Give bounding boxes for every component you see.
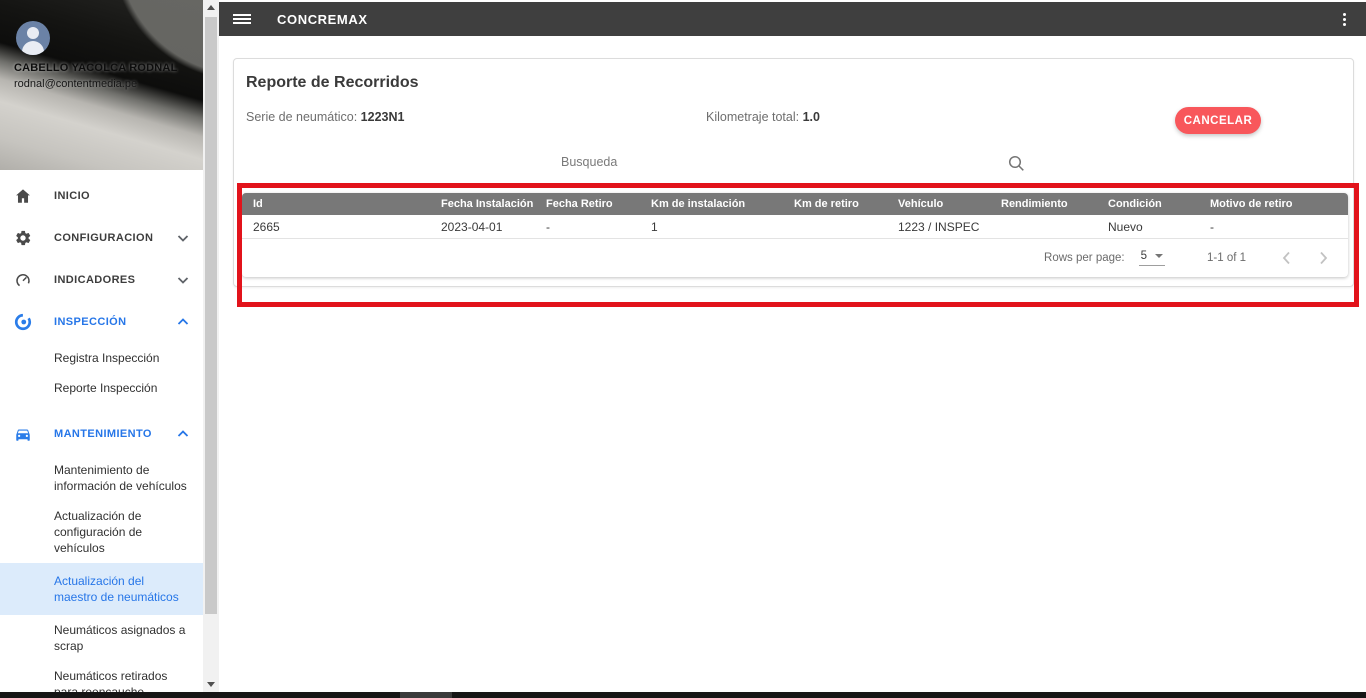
- search-icon[interactable]: [1007, 154, 1025, 177]
- kilometraje-value: 1.0: [802, 110, 820, 124]
- pagination: Rows per page: 5 1-1 of 1: [242, 239, 1348, 277]
- kilometraje-total: Kilometraje total: 1.0: [706, 110, 820, 124]
- chevron-down-icon: [177, 234, 189, 242]
- rows-per-page-select[interactable]: 5: [1138, 250, 1165, 266]
- rows-per-page-label: Rows per page:: [1044, 252, 1125, 264]
- serie-value: 1223N1: [360, 110, 405, 124]
- user-email: rodnal@contentmedia.pe: [14, 78, 138, 90]
- inspeccion-subitems: Registra Inspección Reporte Inspección: [0, 343, 203, 403]
- next-page-button[interactable]: [1317, 249, 1330, 267]
- mantenimiento-subitems: Mantenimiento de información de vehículo…: [0, 455, 203, 698]
- gauge-icon: [14, 271, 38, 289]
- topbar: CONCREMAX: [219, 2, 1366, 36]
- scrollbar-thumb[interactable]: [205, 17, 217, 614]
- inspection-target-icon: [14, 313, 38, 331]
- sidebar-item-configuracion[interactable]: CONFIGURACION: [0, 217, 203, 259]
- table-cell: 2023-04-01: [430, 215, 535, 239]
- table-cell: [990, 215, 1097, 239]
- sidebar-item-inspeccion[interactable]: INSPECCIÓN: [0, 301, 203, 343]
- sidebar-subitem-reporte-inspeccion[interactable]: Reporte Inspección: [0, 373, 203, 403]
- scroll-up-icon[interactable]: [207, 5, 215, 10]
- table-cell: -: [535, 215, 640, 239]
- table-cell: [783, 215, 887, 239]
- results-table: Id Fecha Instalación Fecha Retiro Km de ins…: [242, 193, 1348, 239]
- chevron-down-icon: [177, 276, 189, 284]
- search-input[interactable]: [561, 155, 1001, 169]
- chevron-up-icon: [177, 430, 189, 438]
- sidebar-scrollbar[interactable]: [203, 0, 219, 692]
- serie-neumatico: Serie de neumático: 1223N1: [246, 110, 405, 124]
- sidebar-nav: INICIO CONFIGURACION INDICADORES INSPECC…: [0, 170, 203, 698]
- previous-page-button[interactable]: [1280, 249, 1293, 267]
- page-title: Reporte de Recorridos: [246, 74, 419, 91]
- sidebar-subitem-registra-inspeccion[interactable]: Registra Inspección: [0, 343, 203, 373]
- table-cell: 2665: [242, 215, 430, 239]
- column-header-motivo-de-retiro: Motivo de retiro: [1199, 193, 1348, 215]
- column-header-condici-n: Condición: [1097, 193, 1199, 215]
- sidebar-subitem-mantenimiento-informacion-vehiculos[interactable]: Mantenimiento de información de vehículo…: [0, 455, 203, 501]
- scroll-down-icon[interactable]: [207, 682, 215, 687]
- table-cell: 1223 / INSPEC: [887, 215, 990, 239]
- column-header-fecha-retiro: Fecha Retiro: [535, 193, 640, 215]
- table-header-row: Id Fecha Instalación Fecha Retiro Km de ins…: [242, 193, 1348, 215]
- column-header-km-de-retiro: Km de retiro: [783, 193, 887, 215]
- profile-header: CABELLO YACOLCA RODNAL rodnal@contentmed…: [0, 0, 203, 170]
- table-cell: -: [1199, 215, 1348, 239]
- pagination-range: 1-1 of 1: [1207, 252, 1246, 264]
- caret-down-icon: [1155, 254, 1163, 258]
- sidebar-item-mantenimiento[interactable]: MANTENIMIENTO: [0, 413, 203, 455]
- user-name: CABELLO YACOLCA RODNAL: [14, 62, 178, 74]
- column-header-veh-culo: Vehículo: [887, 193, 990, 215]
- table-body: 2665 2023-04-01-1 1223 / INSPEC Nuevo -: [242, 215, 1348, 239]
- cancel-button[interactable]: CANCELAR: [1175, 107, 1261, 134]
- column-header-km-de-instalaci-n: Km de instalación: [640, 193, 783, 215]
- gear-icon: [14, 229, 38, 247]
- sidebar-item-indicadores[interactable]: INDICADORES: [0, 259, 203, 301]
- sidebar-subitem-actualizacion-maestro-neumaticos[interactable]: Actualización del maestro de neumáticos: [0, 563, 203, 615]
- table-cell: Nuevo: [1097, 215, 1199, 239]
- overflow-menu-icon[interactable]: [1339, 9, 1350, 30]
- menu-icon[interactable]: [233, 12, 251, 26]
- app-title: CONCREMAX: [277, 11, 368, 27]
- column-header-fecha-instalaci-n: Fecha Instalación: [430, 193, 535, 215]
- results-table-card: Id Fecha Instalación Fecha Retiro Km de ins…: [242, 193, 1348, 277]
- reporte-card: Reporte de Recorridos Serie de neumático…: [233, 58, 1354, 287]
- sidebar-subitem-actualizacion-configuracion-vehiculos[interactable]: Actualización de configuración de vehícu…: [0, 501, 203, 563]
- vehicle-icon: [14, 425, 38, 443]
- avatar-person-icon: [27, 27, 39, 39]
- sidebar: CABELLO YACOLCA RODNAL rodnal@contentmed…: [0, 0, 203, 698]
- column-header-id: Id: [242, 193, 430, 215]
- sidebar-item-inicio[interactable]: INICIO: [0, 175, 203, 217]
- table-row: 2665 2023-04-01-1 1223 / INSPEC Nuevo -: [242, 215, 1348, 239]
- column-header-rendimiento: Rendimiento: [990, 193, 1097, 215]
- sidebar-subitem-neumaticos-scrap[interactable]: Neumáticos asignados a scrap: [0, 615, 203, 661]
- table-cell: 1: [640, 215, 783, 239]
- home-icon: [14, 187, 38, 205]
- avatar: [16, 21, 50, 55]
- bottom-bar: [0, 692, 1366, 698]
- chevron-up-icon: [177, 318, 189, 326]
